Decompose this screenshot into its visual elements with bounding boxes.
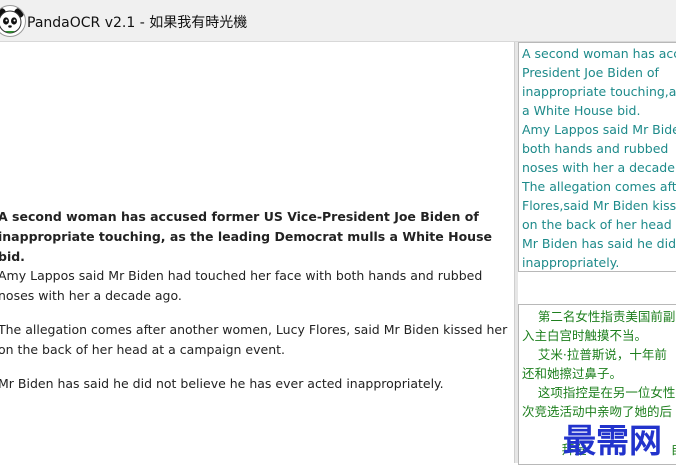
translation-line: 自己	[671, 442, 676, 457]
ocr-result-line: Mr Biden has said he did	[522, 236, 676, 251]
translation-line: 这项指控是在另一位女性	[522, 385, 676, 400]
watermark-logo: 最需网	[563, 421, 662, 460]
ocr-result-line: inappropriate touching,as	[522, 84, 676, 99]
ocr-result-line: both hands and rubbed	[522, 141, 669, 156]
ocr-result-line: noses with her a decade a	[522, 160, 676, 175]
ocr-result-line: on the back of her head a	[522, 217, 676, 232]
ocr-result-line: President Joe Biden of	[522, 65, 659, 80]
ocr-result-line: inappropriately.	[522, 255, 620, 270]
ocr-result-textbox[interactable]: A second woman has acc President Joe Bid…	[518, 42, 676, 272]
panda-icon[interactable]	[0, 5, 26, 37]
ocr-result-line: The allegation comes afte	[522, 179, 676, 194]
source-text-pane[interactable]: A second woman has accused former US Vic…	[0, 42, 514, 463]
window-title: PandaOCR v2.1 - 如果我有時光機	[27, 15, 248, 31]
translation-line: 第二名女性指责美国前副	[522, 309, 676, 324]
ocr-result-line: a White House bid.	[522, 103, 641, 118]
article-headline: A second woman has accused former US Vic…	[0, 209, 492, 264]
title-bar[interactable]: PandaOCR v2.1 - 如果我有時光機	[0, 0, 676, 42]
horizontal-splitter[interactable]	[518, 272, 676, 302]
ocr-result-line: A second woman has acc	[522, 46, 676, 61]
article-paragraph: The allegation comes after another women…	[0, 322, 508, 357]
ocr-result-line: Flores,said Mr Biden kisse	[522, 198, 676, 213]
article-paragraph: Mr Biden has said he did not believe he …	[0, 376, 444, 391]
ocr-result-line: Amy Lappos said Mr Bide	[522, 122, 676, 137]
translation-line: 入主白宫时触摸不当。	[522, 328, 648, 343]
translation-line: 艾米·拉普斯说，十年前	[522, 347, 667, 362]
article-paragraph: Amy Lappos said Mr Biden had touched her…	[0, 268, 483, 303]
translation-line: 还和她擦过鼻子。	[522, 366, 623, 381]
